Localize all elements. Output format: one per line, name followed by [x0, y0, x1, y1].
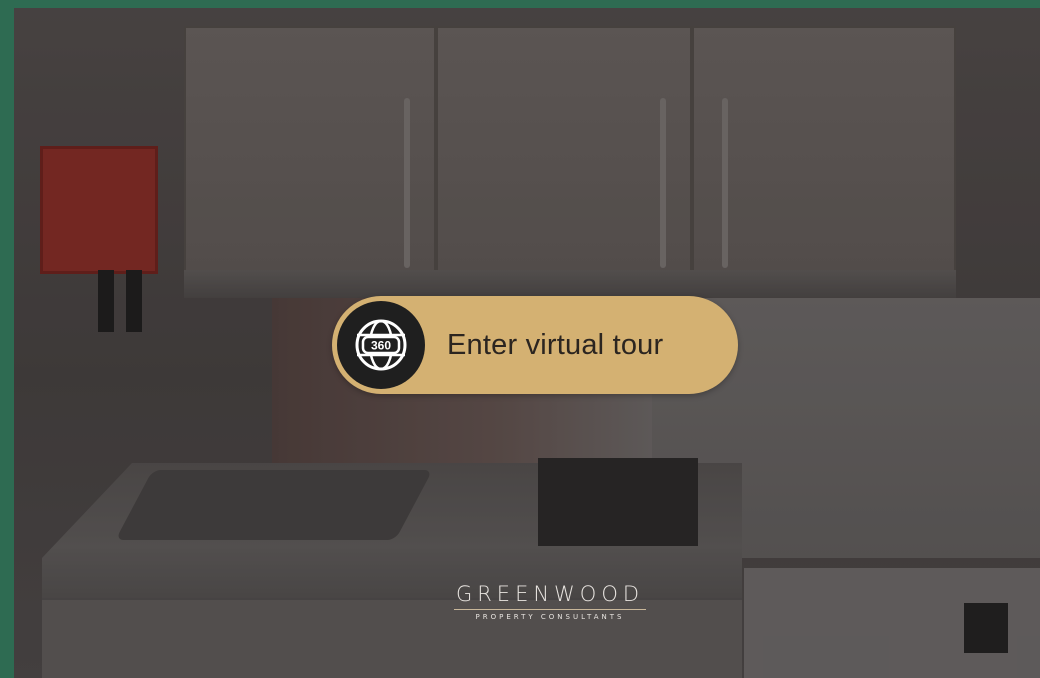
brand-divider [454, 609, 646, 610]
enter-virtual-tour-label: Enter virtual tour [447, 328, 664, 361]
enter-virtual-tour-button[interactable]: 360 Enter virtual tour [332, 296, 738, 394]
brand-tagline: PROPERTY CONSULTANTS [475, 613, 625, 621]
360-icon-text: 360 [371, 339, 391, 353]
360-globe-icon: 360 [337, 301, 425, 389]
brand-name: GREENWOOD [455, 582, 645, 606]
brand-logo: GREENWOOD PROPERTY CONSULTANTS [452, 582, 648, 621]
